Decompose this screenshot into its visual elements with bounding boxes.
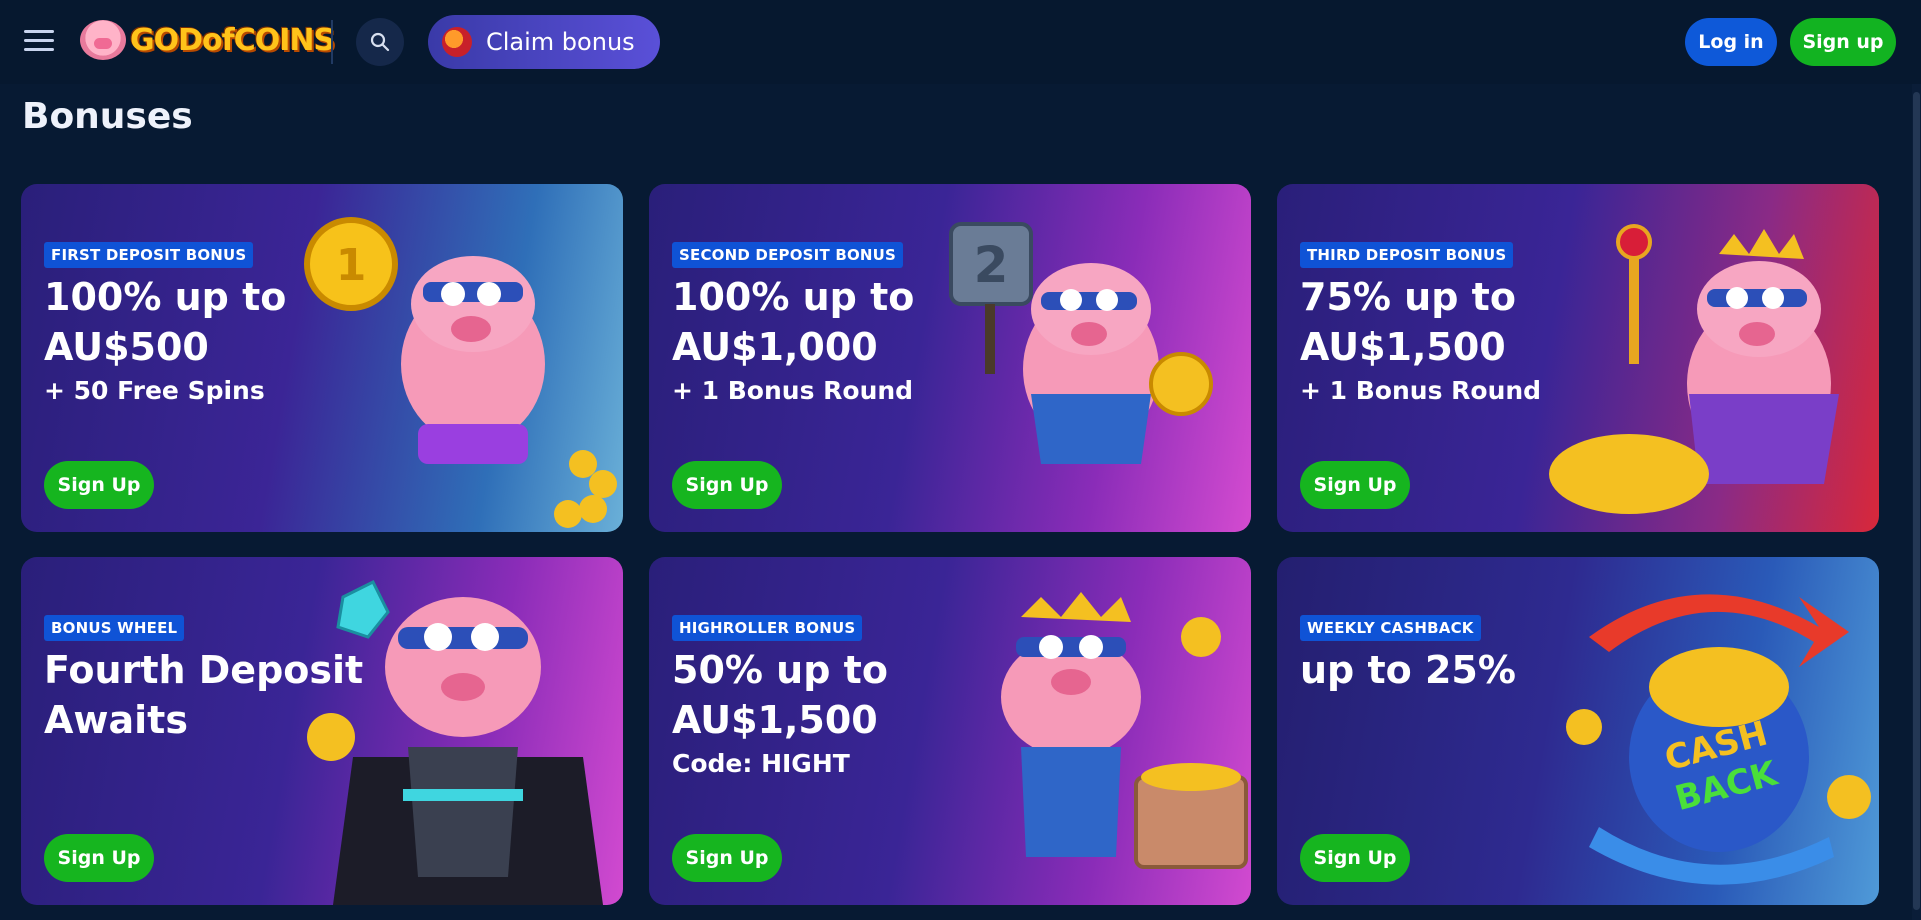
bonus-subtext: + 50 Free Spins <box>44 376 265 405</box>
sign-up-button[interactable]: Sign Up <box>672 461 782 509</box>
svg-text:1: 1 <box>336 240 367 291</box>
search-icon <box>370 32 390 52</box>
sign-up-button[interactable]: Sign Up <box>1300 834 1410 882</box>
bonus-subtext: + 1 Bonus Round <box>672 376 914 405</box>
sign-up-button[interactable]: Sign Up <box>44 834 154 882</box>
bonus-badge: THIRD DEPOSIT BONUS <box>1300 242 1514 268</box>
bonus-card-bonus-wheel[interactable]: BONUS WHEEL Fourth Deposit Awaits Sign U… <box>21 557 623 905</box>
bonus-card-third-deposit[interactable]: THIRD DEPOSIT BONUS 75% up to AU$1,500 +… <box>1277 184 1879 532</box>
sign-up-button[interactable]: Sign Up <box>672 834 782 882</box>
bonus-subtext: + 1 Bonus Round <box>1300 376 1542 405</box>
bonus-card-first-deposit[interactable]: FIRST DEPOSIT BONUS 100% up to AU$500 + … <box>21 184 623 532</box>
signup-button[interactable]: Sign up <box>1790 18 1896 66</box>
page-title: Bonuses <box>22 96 193 137</box>
sign-up-button[interactable]: Sign Up <box>44 461 154 509</box>
gift-icon <box>442 27 472 57</box>
pig-logo-icon <box>80 20 126 60</box>
login-button[interactable]: Log in <box>1685 18 1777 66</box>
pig-viking-illustration: 2 <box>949 222 1213 464</box>
pig-superhero-illustration <box>307 579 603 905</box>
bonus-badge: HIGHROLLER BONUS <box>672 615 863 641</box>
bonus-subtext: Code: HIGHT <box>672 749 850 778</box>
menu-icon[interactable] <box>24 30 54 54</box>
top-navigation-bar: GODofCOINS Claim bonus Log in Sign up <box>0 0 1921 84</box>
sign-up-button[interactable]: Sign Up <box>1300 461 1410 509</box>
claim-bonus-button[interactable]: Claim bonus <box>428 15 660 69</box>
pig-hero-illustration: 1 <box>304 217 617 528</box>
bonus-card-second-deposit[interactable]: SECOND DEPOSIT BONUS 100% up to AU$1,000… <box>649 184 1251 532</box>
scrollbar-thumb[interactable] <box>1913 92 1920 910</box>
site-logo[interactable]: GODofCOINS <box>80 16 335 64</box>
logo-text: GODofCOINS <box>130 22 335 58</box>
claim-bonus-label: Claim bonus <box>486 28 635 56</box>
bonus-badge: BONUS WHEEL <box>44 615 185 641</box>
pig-king-illustration <box>1549 224 1839 514</box>
cashback-bag-illustration: CASH BACK <box>1566 594 1871 885</box>
bonus-card-weekly-cashback[interactable]: WEEKLY CASHBACK up to 25% Sign Up CASH B… <box>1277 557 1879 905</box>
svg-text:2: 2 <box>974 236 1009 294</box>
bonus-badge: FIRST DEPOSIT BONUS <box>44 242 254 268</box>
bonus-badge: WEEKLY CASHBACK <box>1300 615 1481 641</box>
bonus-card-highroller[interactable]: HIGHROLLER BONUS 50% up to AU$1,500 Code… <box>649 557 1251 905</box>
pig-treasure-illustration <box>1001 592 1248 869</box>
search-button[interactable] <box>356 18 404 66</box>
bonus-badge: SECOND DEPOSIT BONUS <box>672 242 904 268</box>
header-divider <box>331 20 333 64</box>
